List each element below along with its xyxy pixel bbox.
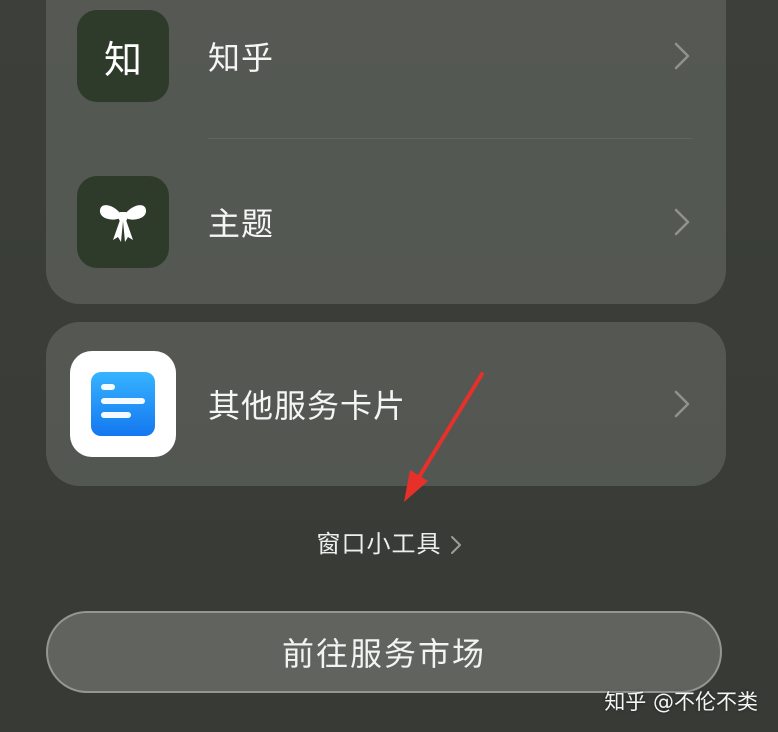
other-services-card: 其他服务卡片 — [46, 322, 726, 486]
bow-icon — [77, 176, 169, 268]
document-icon — [91, 372, 155, 436]
service-row-theme[interactable]: 主题 — [46, 162, 726, 282]
chevron-right-icon — [674, 390, 690, 418]
zhihu-app-icon: 知 — [77, 10, 169, 102]
services-card-group: 知 知乎 主题 — [46, 0, 726, 304]
chevron-right-small-icon — [450, 536, 461, 554]
service-row-other[interactable]: 其他服务卡片 — [46, 344, 726, 464]
service-label-other: 其他服务卡片 — [208, 387, 407, 425]
bow-glyph — [99, 205, 147, 242]
service-row-zhihu[interactable]: 知 知乎 — [46, 0, 726, 116]
go-to-service-market-button[interactable]: 前往服务市场 — [46, 611, 722, 693]
zhihu-icon-glyph: 知 — [103, 37, 142, 82]
service-card-icon — [70, 351, 176, 457]
widgets-link[interactable]: 窗口小工具 — [0, 524, 778, 559]
chevron-right-icon — [674, 42, 690, 70]
watermark: 知乎 @不伦不类 — [604, 690, 758, 714]
service-label-theme: 主题 — [208, 205, 275, 243]
widgets-link-label: 窗口小工具 — [316, 530, 442, 558]
row-divider — [208, 138, 692, 139]
service-label-zhihu: 知乎 — [208, 39, 275, 77]
chevron-right-icon — [674, 208, 690, 236]
